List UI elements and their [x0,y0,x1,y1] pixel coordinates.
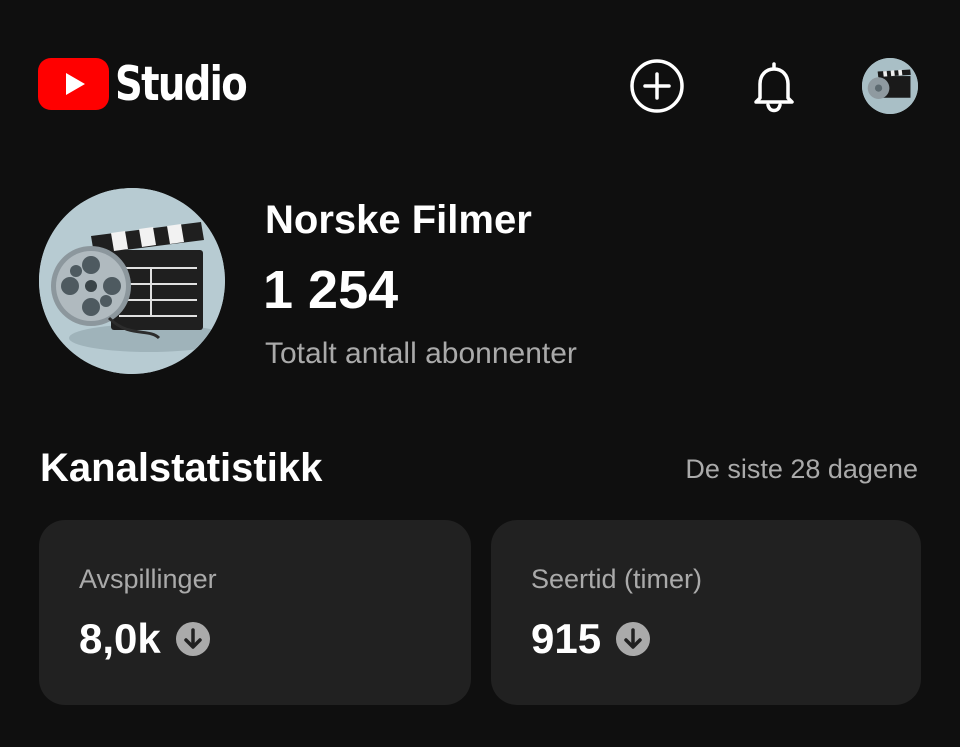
stat-value: 915 [531,615,602,662]
channel-avatar[interactable] [39,188,225,374]
account-avatar-button[interactable] [862,58,918,114]
channel-name: Norske Filmer [265,198,532,242]
youtube-studio-logo[interactable]: Studio [38,58,275,110]
stat-card-views[interactable]: Avspillinger 8,0k [39,520,471,705]
stats-period: De siste 28 dagene [685,454,918,484]
app-header: Studio [0,0,960,170]
bell-icon [754,62,794,113]
stat-card-watch-time[interactable]: Seertid (timer) 915 [491,520,921,705]
create-button[interactable] [629,58,685,114]
channel-stats-title: Kanalstatistikk [40,446,323,490]
stat-value: 8,0k [79,615,161,662]
stat-label: Seertid (timer) [531,564,703,594]
subscriber-count: 1 254 [263,260,399,320]
stat-value-row: 915 [531,614,651,664]
notifications-button[interactable] [746,58,802,114]
youtube-play-icon [38,58,109,110]
film-clapperboard-icon [39,188,225,374]
stat-label: Avspillinger [79,564,217,594]
subscriber-label: Totalt antall abonnenter [265,337,577,370]
arrow-down-circle-icon [615,621,651,657]
arrow-down-circle-icon [175,621,211,657]
avatar [862,58,918,114]
stat-value-row: 8,0k [79,614,211,664]
logo-text: Studio [115,56,248,112]
plus-circle-icon [630,59,684,113]
